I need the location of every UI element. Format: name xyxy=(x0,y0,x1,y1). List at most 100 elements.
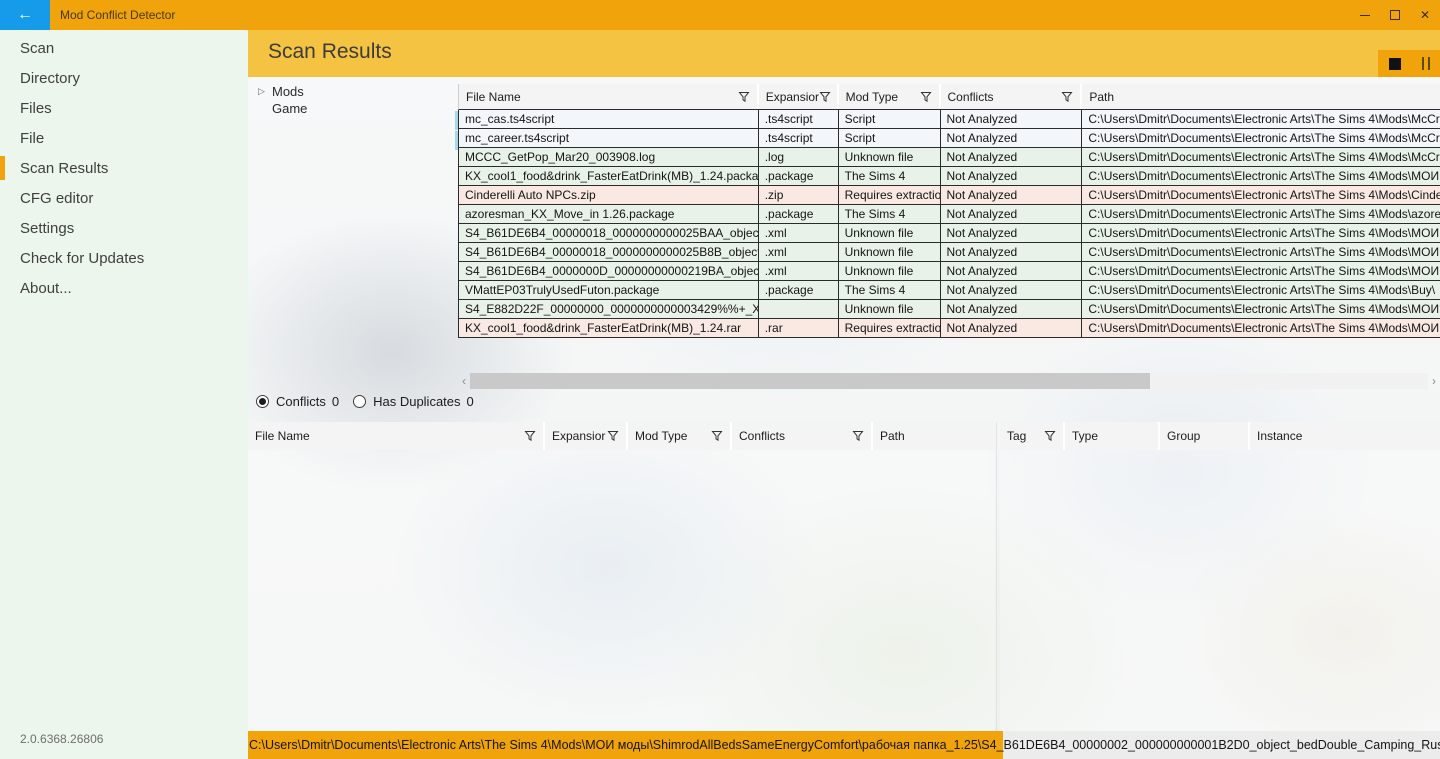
column-label: Path xyxy=(880,429,905,443)
column-header-conflicts[interactable]: Conflicts xyxy=(732,422,873,450)
column-label: Conflicts xyxy=(739,429,785,443)
horizontal-scrollbar[interactable]: ‹ › xyxy=(458,372,1440,389)
table-row[interactable]: azoresman_KX_Move_in 1.26.package.packag… xyxy=(459,205,1440,224)
sidebar-item-directory[interactable]: Directory xyxy=(0,63,248,93)
table-row[interactable]: S4_B61DE6B4_0000000D_00000000000219BA_ob… xyxy=(459,262,1440,281)
filter-icon[interactable] xyxy=(524,430,536,442)
column-header-tag[interactable]: Tag xyxy=(1000,422,1065,450)
table-row[interactable]: VMattEP03TrulyUsedFuton.package.packageT… xyxy=(459,281,1440,300)
cell-mod-type: The Sims 4 xyxy=(839,205,941,223)
minimize-button[interactable] xyxy=(1350,0,1380,30)
cell-path: C:\Users\Dmitr\Documents\Electronic Arts… xyxy=(1082,186,1440,204)
sidebar-item-scan[interactable]: Scan xyxy=(0,33,248,63)
row-selection-accent xyxy=(455,111,458,130)
radio-selected-icon[interactable] xyxy=(256,395,269,408)
scroll-left-icon[interactable]: ‹ xyxy=(458,374,470,388)
cell-conflicts: Not Analyzed xyxy=(941,167,1083,185)
cell-file-name: S4_B61DE6B4_0000000D_00000000000219BA_ob… xyxy=(459,262,759,280)
filter-icon[interactable] xyxy=(607,430,619,442)
cell-expansion: .package xyxy=(759,167,839,185)
cell-mod-type: The Sims 4 xyxy=(839,281,941,299)
scroll-right-icon[interactable]: › xyxy=(1428,374,1440,388)
sidebar-item-check-for-updates[interactable]: Check for Updates xyxy=(0,243,248,273)
table-row[interactable]: S4_E882D22F_00000000_0000000000003429%%+… xyxy=(459,300,1440,319)
window-controls: ✕ xyxy=(1350,0,1440,30)
stop-scan-button[interactable] xyxy=(1389,58,1401,70)
sidebar-item-label: File xyxy=(20,130,44,147)
column-header-path[interactable]: Path xyxy=(873,422,995,450)
cell-conflicts: Not Analyzed xyxy=(941,300,1083,318)
column-header-expansior[interactable]: Expansior xyxy=(759,84,839,109)
table-row[interactable]: mc_cas.ts4script.ts4scriptScriptNot Anal… xyxy=(459,110,1440,129)
filter-icon[interactable] xyxy=(738,91,750,103)
sidebar-item-label: Settings xyxy=(20,220,74,237)
close-button[interactable]: ✕ xyxy=(1410,0,1440,30)
cell-mod-type: Script xyxy=(839,110,941,128)
sidebar-item-files[interactable]: Files xyxy=(0,93,248,123)
cell-expansion: .package xyxy=(759,205,839,223)
main-panel: Scan Results ▷ Mods Game File NameE xyxy=(248,30,1440,759)
tree-item-game[interactable]: Game xyxy=(258,100,307,117)
scrollbar-thumb[interactable] xyxy=(470,373,1150,389)
tree-item-mods[interactable]: ▷ Mods xyxy=(258,83,307,100)
cell-conflicts: Not Analyzed xyxy=(941,129,1083,147)
column-header-group[interactable]: Group xyxy=(1160,422,1250,450)
cell-file-name: MCCC_GetPop_Mar20_003908.log xyxy=(459,148,759,166)
page-title: Scan Results xyxy=(268,40,392,64)
page-header: Scan Results xyxy=(248,30,1440,77)
sidebar-item-scan-results[interactable]: Scan Results xyxy=(0,153,248,183)
column-header-file-name[interactable]: File Name xyxy=(459,84,759,109)
column-header-conflicts[interactable]: Conflicts xyxy=(941,84,1083,109)
filter-icon[interactable] xyxy=(819,91,831,103)
table-row[interactable]: KX_cool1_food&drink_FasterEatDrink(MB)_1… xyxy=(459,319,1440,338)
cell-path: C:\Users\Dmitr\Documents\Electronic Arts… xyxy=(1082,243,1440,261)
filter-icon[interactable] xyxy=(711,430,723,442)
scrollbar-track[interactable] xyxy=(470,373,1428,389)
sidebar-item-file[interactable]: File xyxy=(0,123,248,153)
results-table: File NameExpansiorMod TypeConflictsPath … xyxy=(458,84,1440,338)
sidebar-menu: ScanDirectoryFiles File Scan ResultsCFG ed… xyxy=(0,30,248,303)
cell-path: C:\Users\Dmitr\Documents\Electronic Arts… xyxy=(1082,262,1440,280)
column-header-expansior[interactable]: Expansior xyxy=(545,422,628,450)
sidebar-item-about[interactable]: About... xyxy=(0,273,248,303)
table-row[interactable]: mc_career.ts4script.ts4scriptScriptNot A… xyxy=(459,129,1440,148)
column-header-mod-type[interactable]: Mod Type xyxy=(628,422,732,450)
back-button[interactable]: ← xyxy=(0,0,50,30)
column-header-file-name[interactable]: File Name xyxy=(248,422,545,450)
maximize-button[interactable] xyxy=(1380,0,1410,30)
cell-expansion: .ts4script xyxy=(759,129,839,147)
tree-expander-icon[interactable]: ▷ xyxy=(258,86,272,97)
cell-file-name: mc_cas.ts4script xyxy=(459,110,759,128)
filter-icon[interactable] xyxy=(920,91,932,103)
cell-path: C:\Users\Dmitr\Documents\Electronic Arts… xyxy=(1082,110,1440,128)
table-row[interactable]: S4_B61DE6B4_00000018_0000000000025BAA_ob… xyxy=(459,224,1440,243)
conflicts-radio[interactable]: Conflicts 0 xyxy=(256,394,339,409)
column-header-instance[interactable]: Instance xyxy=(1250,422,1440,450)
column-header-mod-type[interactable]: Mod Type xyxy=(839,84,941,109)
titlebar: ← Mod Conflict Detector ✕ xyxy=(0,0,1440,30)
results-table-header: File NameExpansiorMod TypeConflictsPath xyxy=(458,84,1440,110)
sidebar-item-cfg-editor[interactable]: CFG editor xyxy=(0,183,248,213)
conflicts-count: 0 xyxy=(332,394,339,409)
cell-conflicts: Not Analyzed xyxy=(941,262,1083,280)
filter-icon[interactable] xyxy=(1044,430,1056,442)
cell-mod-type: Unknown file xyxy=(839,224,941,242)
back-arrow-icon: ← xyxy=(17,6,33,24)
table-row[interactable]: KX_cool1_food&drink_FasterEatDrink(MB)_1… xyxy=(459,167,1440,186)
table-row[interactable]: MCCC_GetPop_Mar20_003908.log.logUnknown … xyxy=(459,148,1440,167)
cell-conflicts: Not Analyzed xyxy=(941,148,1083,166)
filter-icon[interactable] xyxy=(1061,91,1073,103)
filter-icon[interactable] xyxy=(852,430,864,442)
cell-expansion: .rar xyxy=(759,319,839,337)
column-header-path[interactable]: Path xyxy=(1082,84,1440,109)
cell-expansion: .log xyxy=(759,148,839,166)
table-row[interactable]: S4_B61DE6B4_00000018_0000000000025B8B_ob… xyxy=(459,243,1440,262)
column-header-type[interactable]: Type xyxy=(1065,422,1160,450)
pause-scan-button[interactable] xyxy=(1422,57,1430,70)
column-label: Instance xyxy=(1257,429,1302,443)
sidebar-item-settings[interactable]: Settings xyxy=(0,213,248,243)
radio-unselected-icon[interactable] xyxy=(353,395,366,408)
table-row[interactable]: Cinderelli Auto NPCs.zip.zipRequires ext… xyxy=(459,186,1440,205)
details-left-header: File NameExpansiorMod Type Conflicts Path xyxy=(248,422,995,450)
has-duplicates-radio[interactable]: Has Duplicates 0 xyxy=(353,394,474,409)
